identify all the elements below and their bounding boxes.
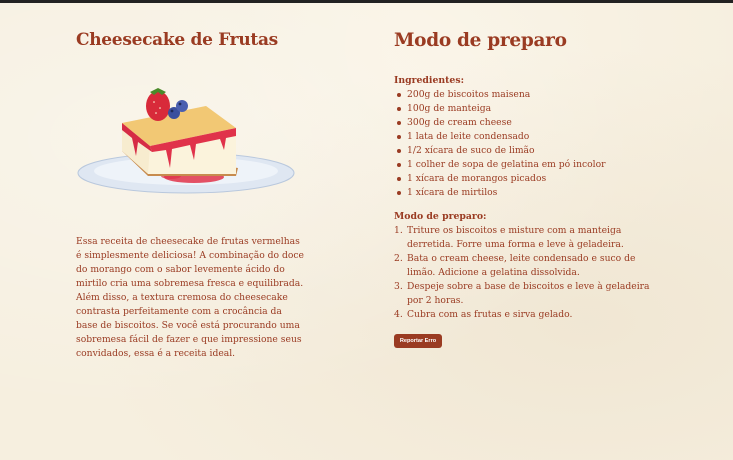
- ingredients-title: Ingredientes:: [394, 75, 465, 86]
- step-item: 4. Cubra com as frutas e sirva gelado.: [394, 308, 666, 322]
- steps-title: Modo de preparo:: [394, 211, 487, 222]
- step-text: Bata o cream cheese, leite condensado e …: [407, 253, 636, 278]
- preparation-column: Modo de preparo: [394, 30, 694, 51]
- ingredient-item: 200g de biscoitos maisena: [394, 88, 694, 102]
- step-item: 1. Triture os biscoitos e misture com a m…: [394, 224, 666, 252]
- top-bar: [0, 0, 733, 3]
- step-text: Triture os biscoitos e misture com a man…: [407, 225, 624, 250]
- step-item: 2. Bata o cream cheese, leite condensado …: [394, 252, 666, 280]
- recipe-intro-column: Cheesecake de Frutas: [76, 30, 306, 50]
- step-number: 1.: [394, 225, 403, 236]
- cheesecake-illustration: [77, 88, 295, 194]
- step-number: 3.: [394, 281, 403, 292]
- ingredient-item: 100g de manteiga: [394, 102, 694, 116]
- step-number: 2.: [394, 253, 403, 264]
- ingredient-item: 300g de cream cheese: [394, 116, 694, 130]
- ingredient-item: 1/2 xícara de suco de limão: [394, 144, 694, 158]
- recipe-title: Cheesecake de Frutas: [76, 30, 278, 50]
- ingredient-item: 1 lata de leite condensado: [394, 130, 694, 144]
- ingredient-item: 1 xícara de mirtilos: [394, 186, 694, 200]
- step-text: Despeje sobre a base de biscoitos e leve…: [407, 281, 650, 306]
- report-error-button[interactable]: Reportar Erro: [394, 334, 442, 348]
- ingredients-list: 200g de biscoitos maisena 100g de mantei…: [394, 88, 694, 200]
- preparation-title: Modo de preparo: [394, 30, 567, 51]
- ingredient-item: 1 colher de sopa de gelatina em pó incol…: [394, 158, 694, 172]
- step-item: 3. Despeje sobre a base de biscoitos e le…: [394, 280, 666, 308]
- recipe-description: Essa receita de cheesecake de frutas ver…: [76, 236, 304, 359]
- step-text: Cubra com as frutas e sirva gelado.: [407, 309, 573, 320]
- steps-list: 1. Triture os biscoitos e misture com a m…: [394, 224, 666, 322]
- ingredient-item: 1 xícara de morangos picados: [394, 172, 694, 186]
- step-number: 4.: [394, 309, 403, 320]
